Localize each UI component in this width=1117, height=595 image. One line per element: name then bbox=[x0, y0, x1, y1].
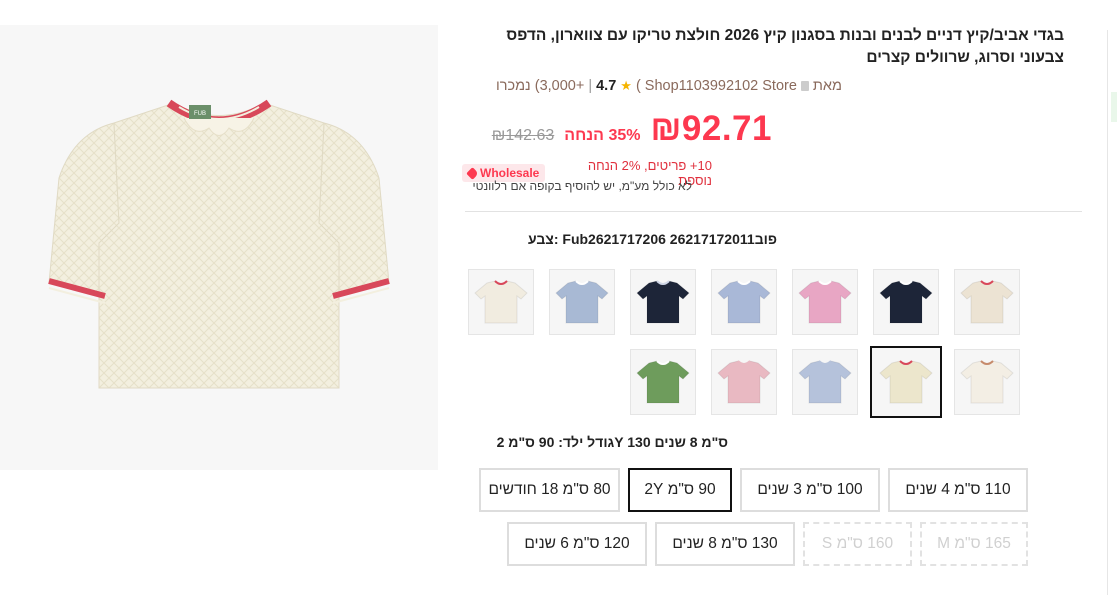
vat-note: לא כולל מע"מ, יש להוסיף בקופה אם רלוונטי bbox=[472, 179, 693, 193]
size-option-button[interactable]: 165 ס"מ M bbox=[920, 522, 1028, 566]
color-swatch-floral-polo[interactable] bbox=[954, 349, 1020, 415]
size-option-button[interactable]: 90 ס"מ 2Y bbox=[628, 468, 732, 512]
size-option-button[interactable]: 110 ס"מ 4 שנים bbox=[888, 468, 1028, 512]
color-swatch-cream-tee-red-trim[interactable] bbox=[870, 346, 942, 418]
main-product-image[interactable]: FUB bbox=[0, 25, 438, 470]
original-price: ₪142.63 bbox=[491, 127, 555, 144]
size-option-button[interactable]: 160 ס"מ S bbox=[803, 522, 912, 566]
color-swatch-blue-stripe-polo[interactable] bbox=[549, 269, 615, 335]
separator: | bbox=[588, 78, 593, 94]
price-row: ₪92.71 35% הנחה ₪142.63 bbox=[492, 109, 772, 149]
rating-open-paren: ( bbox=[635, 78, 641, 94]
color-swatch-cream-polo-red-trim[interactable] bbox=[954, 269, 1020, 335]
size-option-button[interactable]: 130 ס"מ 8 שנים bbox=[655, 522, 795, 566]
wholesale-badge-label: Wholesale bbox=[480, 166, 540, 180]
discount-label: 35% הנחה bbox=[564, 127, 641, 144]
tag-icon bbox=[466, 166, 479, 180]
color-heading: צבע: Fub2621717206 26217172011פוב bbox=[527, 231, 777, 247]
color-swatch-navy-stripe-polo[interactable] bbox=[630, 269, 696, 335]
size-option-button[interactable]: 100 ס"מ 3 שנים bbox=[740, 468, 880, 512]
size-option-button[interactable]: 120 ס"מ 6 שנים bbox=[507, 522, 647, 566]
product-shirt-illustration: FUB bbox=[48, 99, 390, 388]
color-swatch-lightblue-polo[interactable] bbox=[711, 269, 777, 335]
color-swatch-navy-polo[interactable] bbox=[873, 269, 939, 335]
svg-text:FUB: FUB bbox=[194, 111, 206, 117]
color-swatch-cream-polo-stripe[interactable] bbox=[468, 269, 534, 335]
color-swatch-pink-tee[interactable] bbox=[711, 349, 777, 415]
store-line: מאת Shop1103992102 Store ( ★ 4.7 | +3,00… bbox=[496, 78, 842, 94]
star-icon: ★ bbox=[620, 78, 632, 93]
current-price: ₪92.71 bbox=[650, 109, 772, 148]
store-icon bbox=[800, 81, 809, 91]
store-rating: 4.7 bbox=[596, 78, 617, 94]
page-edge-accent bbox=[1111, 92, 1117, 122]
size-heading: גודל ילד: 90 ס"מ 2Y 130 ס"מ 8 שנים bbox=[496, 434, 728, 450]
sold-count: +3,000) נמכרו bbox=[495, 78, 585, 94]
section-divider bbox=[465, 211, 1082, 212]
from-label: מאת bbox=[812, 78, 842, 94]
product-title: בגדי אביב/קיץ דניים לבנים ובנות בסגנון ק… bbox=[506, 27, 1064, 66]
color-swatch-green-polo[interactable] bbox=[630, 349, 696, 415]
color-swatch-pink-polo[interactable] bbox=[792, 269, 858, 335]
size-option-button[interactable]: 80 ס"מ 18 חודשים bbox=[479, 468, 620, 512]
store-name-link[interactable]: Shop1103992102 Store bbox=[645, 78, 797, 94]
color-swatch-lightblue-tee[interactable] bbox=[792, 349, 858, 415]
